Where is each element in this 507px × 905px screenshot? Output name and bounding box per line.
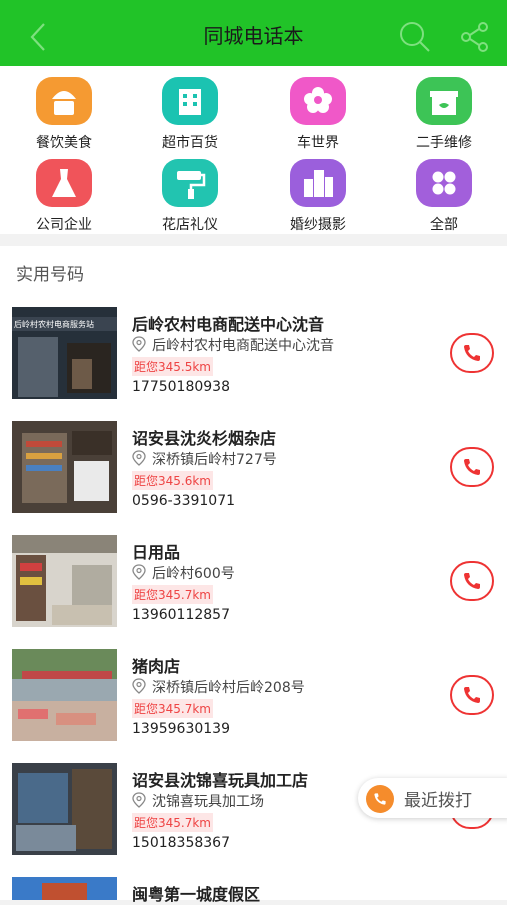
- recent-calls-label: 最近拨打: [404, 791, 472, 811]
- category-florist[interactable]: 花店礼仪: [140, 154, 240, 234]
- distance-badge: 距您345.7km: [132, 585, 213, 604]
- category-label: 花店礼仪: [162, 217, 218, 233]
- gift-icon: [416, 77, 472, 125]
- shop-sign-text: 后岭村农村电商服务站: [14, 320, 94, 329]
- dress-icon: [36, 159, 92, 207]
- category-label: 公司企业: [36, 217, 92, 233]
- paint-roller-icon: [162, 159, 218, 207]
- category-label: 婚纱摄影: [290, 217, 346, 233]
- shop-photo: [12, 877, 117, 900]
- category-label: 车世界: [297, 135, 339, 151]
- location-pin-icon: [132, 336, 146, 352]
- listing-name: 诏安县沈炎杉烟杂店: [132, 429, 277, 448]
- distance-badge: 距您345.7km: [132, 813, 213, 832]
- section-title: 实用号码: [16, 265, 84, 285]
- cupcake-icon: [36, 77, 92, 125]
- flower-icon: [290, 77, 346, 125]
- phone-number: 13960112857: [132, 607, 230, 623]
- grid-icon: [416, 159, 472, 207]
- address-text: 深桥镇后岭村727号: [152, 452, 277, 468]
- shop-photo: [12, 649, 117, 741]
- listing-name: 闽粤第一城度假区: [132, 885, 261, 904]
- call-button[interactable]: [450, 561, 494, 601]
- category-supermarket[interactable]: 超市百货: [140, 72, 240, 152]
- shop-photo: [12, 535, 117, 627]
- distance-badge: 距您345.5km: [132, 357, 213, 376]
- phone-icon: [464, 459, 480, 475]
- listing-name: 后岭农村电商配送中心沈音: [132, 315, 325, 334]
- call-button[interactable]: [450, 447, 494, 487]
- recent-calls-button[interactable]: 最近拨打: [358, 778, 507, 818]
- address-text: 深桥镇后岭村后岭208号: [152, 680, 305, 696]
- listing-address: 深桥镇后岭村727号: [132, 449, 277, 469]
- call-button[interactable]: [450, 333, 494, 373]
- shop-photo: [12, 763, 117, 855]
- category-all[interactable]: 全部: [394, 154, 494, 234]
- phone-icon: [464, 687, 480, 703]
- listing-address: 沈锦喜玩具加工场: [132, 791, 264, 811]
- location-pin-icon: [132, 792, 146, 808]
- city-icon: [290, 159, 346, 207]
- location-pin-icon: [132, 678, 146, 694]
- listing-name: 日用品: [132, 543, 181, 562]
- location-pin-icon: [132, 564, 146, 580]
- phone-number: 0596-3391071: [132, 493, 236, 509]
- distance-badge: 距您345.7km: [132, 699, 213, 718]
- list-item[interactable]: 闽粤第一城度假区: [0, 865, 507, 904]
- address-text: 沈锦喜玩具加工场: [152, 794, 264, 810]
- category-label: 二手维修: [416, 135, 472, 151]
- category-food[interactable]: 餐饮美食: [14, 72, 114, 152]
- shop-photo: 后岭村农村电商服务站: [12, 307, 117, 399]
- phone-number: 17750180938: [132, 379, 230, 395]
- category-label: 餐饮美食: [36, 135, 92, 151]
- phone-number: 15018358367: [132, 835, 230, 851]
- call-button[interactable]: [450, 675, 494, 715]
- listing-address: 后岭村农村电商配送中心沈音: [132, 335, 334, 355]
- list-item[interactable]: 后岭村农村电商服务站 后岭农村电商配送中心沈音 后岭村农村电商配送中心沈音 距您…: [0, 295, 507, 410]
- distance-badge: 距您345.6km: [132, 471, 213, 490]
- category-repair[interactable]: 二手维修: [394, 72, 494, 152]
- category-label: 超市百货: [162, 135, 218, 151]
- phone-icon: [464, 573, 480, 589]
- location-pin-icon: [132, 450, 146, 466]
- listing-address: 后岭村600号: [132, 563, 235, 583]
- address-text: 后岭村600号: [152, 566, 235, 582]
- search-icon[interactable]: [398, 20, 432, 54]
- phone-number: 13959630139: [132, 721, 230, 737]
- category-label: 全部: [430, 217, 458, 233]
- listing-name: 诏安县沈锦喜玩具加工店: [132, 771, 309, 790]
- category-grid: 餐饮美食 超市百货 车世界 二手维修 公司企业 花店礼仪 婚纱摄影 全部: [0, 66, 507, 234]
- list-item[interactable]: 日用品 后岭村600号 距您345.7km 13960112857: [0, 523, 507, 638]
- listing-name: 猪肉店: [132, 657, 181, 676]
- share-icon[interactable]: [458, 20, 492, 54]
- category-wedding[interactable]: 婚纱摄影: [268, 154, 368, 234]
- listing-address: 深桥镇后岭村后岭208号: [132, 677, 305, 697]
- list-item[interactable]: 诏安县沈炎杉烟杂店 深桥镇后岭村727号 距您345.6km 0596-3391…: [0, 409, 507, 524]
- top-bar: 同城电话本: [0, 0, 507, 66]
- shop-photo: [12, 421, 117, 513]
- building-icon: [162, 77, 218, 125]
- phone-icon: [464, 345, 480, 361]
- category-car[interactable]: 车世界: [268, 72, 368, 152]
- list-item[interactable]: 猪肉店 深桥镇后岭村后岭208号 距您345.7km 13959630139: [0, 637, 507, 752]
- phone-icon: [366, 785, 394, 813]
- category-company[interactable]: 公司企业: [14, 154, 114, 234]
- address-text: 后岭村农村电商配送中心沈音: [152, 338, 334, 354]
